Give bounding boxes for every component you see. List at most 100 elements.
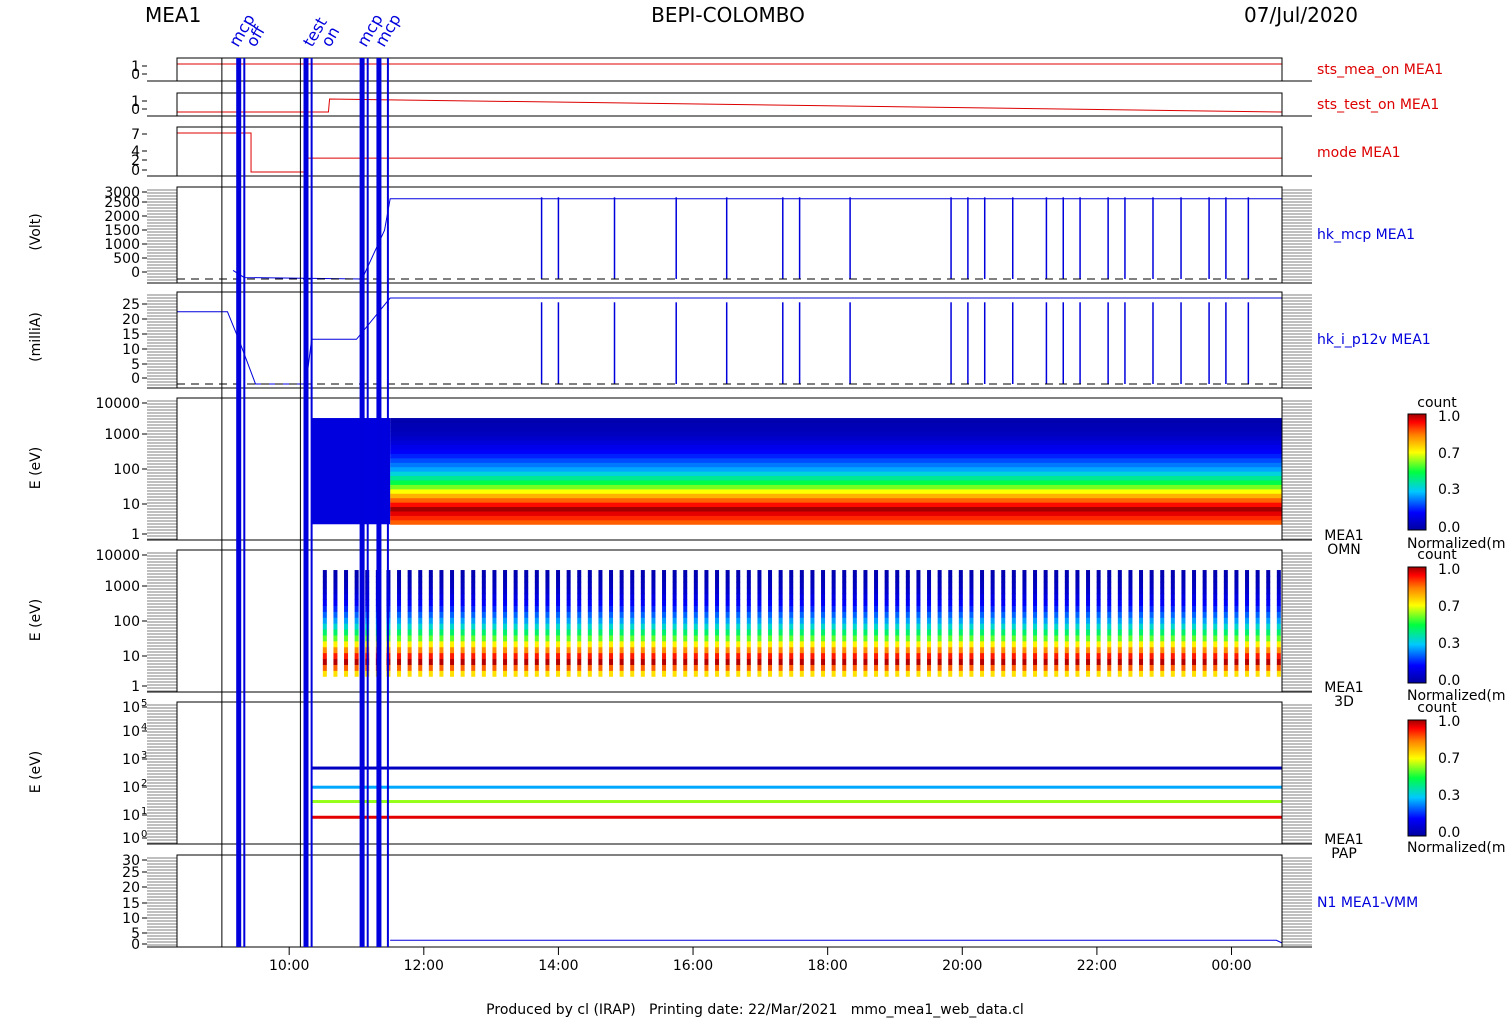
spectrogram-stripe	[1255, 581, 1260, 589]
spectrogram-stripe	[905, 593, 910, 601]
ylabel-pap: E (eV)	[28, 751, 44, 793]
spectrogram-stripe	[418, 629, 423, 636]
spectrogram-stripe	[524, 623, 529, 630]
spectrogram-stripe	[1255, 587, 1260, 595]
spectrogram-stripe	[503, 617, 508, 624]
spectrogram-stripe	[1139, 629, 1144, 636]
spectrogram-stripe	[619, 570, 624, 577]
spectrogram-stripe	[1001, 611, 1006, 618]
spectrogram-stripe	[407, 617, 412, 624]
spectrogram-stripe	[1043, 575, 1048, 583]
spectrogram-stripe	[821, 581, 826, 589]
panel-frame	[176, 701, 1283, 845]
colorbar-tick: 1.0	[1438, 562, 1460, 578]
spectrogram-stripe	[1192, 575, 1197, 583]
spectrogram-stripe	[1001, 599, 1006, 606]
spectrogram-stripe	[1255, 575, 1260, 583]
spectrogram-stripe	[852, 617, 857, 624]
y-tick-label: 0	[131, 937, 140, 953]
spectrogram-stripe	[672, 587, 677, 595]
spectrogram-stripe	[524, 670, 529, 677]
spectrogram-stripe	[354, 611, 359, 618]
spectrogram-stripe	[895, 658, 900, 665]
spectrogram-stripe	[1075, 629, 1080, 636]
spectrogram-stripe	[1245, 599, 1250, 606]
spectrogram-band	[390, 426, 1282, 432]
spectrogram-stripe	[969, 581, 974, 589]
spectrogram-stripe	[1223, 617, 1228, 624]
spectrogram-stripe	[821, 605, 826, 612]
spectrogram-stripe	[1160, 629, 1165, 636]
spectrogram-stripe	[1107, 593, 1112, 601]
spectrogram-stripe	[428, 646, 433, 654]
spectrogram-stripe	[503, 570, 508, 577]
spectrogram-stripe	[905, 652, 910, 660]
spectrogram-stripe	[439, 570, 444, 577]
spectrogram-stripe	[418, 646, 423, 654]
spectrogram-stripe	[895, 670, 900, 677]
spectrogram-stripe	[693, 670, 698, 677]
spectrogram-stripe	[980, 599, 985, 606]
spectrogram-stripe	[1086, 652, 1091, 660]
spectrogram-stripe	[863, 611, 868, 618]
y-tick-label: 100	[113, 614, 140, 630]
spectrogram-stripe	[1213, 640, 1218, 648]
spectrogram-stripe	[471, 658, 476, 665]
spectrogram-stripe	[736, 617, 741, 624]
spectrogram-stripe	[948, 640, 953, 648]
spectrogram-stripe	[407, 570, 412, 577]
spectrogram-stripe	[1276, 581, 1281, 589]
spectrogram-stripe	[503, 629, 508, 636]
spectrogram-stripe	[895, 617, 900, 624]
spectrogram-stripe	[1107, 670, 1112, 677]
spectrogram-stripe	[630, 599, 635, 606]
spectrogram-stripe	[1064, 664, 1069, 671]
spectrogram-stripe	[693, 623, 698, 630]
spectrogram-stripe	[958, 623, 963, 630]
spectrogram-stripe	[534, 646, 539, 654]
spectrogram-stripe	[609, 605, 614, 612]
spectrogram-stripe	[852, 664, 857, 671]
spectrogram-stripe	[450, 611, 455, 618]
spectrogram-stripe	[1086, 634, 1091, 642]
spectrogram-stripe	[874, 599, 879, 606]
spectrogram-stripe	[598, 646, 603, 654]
spectrogram-stripe	[354, 670, 359, 677]
spectrogram-stripe	[725, 575, 730, 583]
spectrogram-stripe	[439, 640, 444, 648]
spectrogram-stripe	[895, 587, 900, 595]
spectrogram-stripe	[693, 599, 698, 606]
spectrogram-stripe	[704, 640, 709, 648]
spectrogram-stripe	[471, 640, 476, 648]
spectrogram-stripe	[990, 617, 995, 624]
spectrogram-stripe	[322, 587, 327, 595]
spectrogram-stripe	[831, 640, 836, 648]
spectrogram-stripe	[322, 634, 327, 642]
spectrogram-stripe	[630, 587, 635, 595]
spectrogram-stripe	[439, 581, 444, 589]
spectrogram-stripe	[725, 670, 730, 677]
spectrogram-stripe	[1149, 623, 1154, 630]
spectrogram-stripe	[927, 611, 932, 618]
spectrogram-stripe	[534, 611, 539, 618]
spectrogram-stripe	[439, 670, 444, 677]
spectrogram-stripe	[842, 646, 847, 654]
spectrogram-stripe	[1086, 617, 1091, 624]
spectrogram-stripe	[354, 575, 359, 583]
spectrogram-stripe	[651, 634, 656, 642]
spectrogram-stripe	[799, 593, 804, 601]
spectrogram-stripe	[481, 623, 486, 630]
spectrogram-stripe	[577, 664, 582, 671]
spectrogram-stripe	[640, 640, 645, 648]
spectrogram-stripe	[1022, 581, 1027, 589]
label-vmm: N1 MEA1-VMM	[1317, 895, 1418, 911]
spectrogram-stripe	[778, 664, 783, 671]
spectrogram-band	[390, 462, 1282, 468]
spectrogram-stripe	[1234, 570, 1239, 577]
spectrogram-stripe	[937, 658, 942, 665]
spectrogram-stripe	[693, 634, 698, 642]
spectrogram-stripe	[852, 658, 857, 665]
spectrogram-stripe	[609, 646, 614, 654]
spectrogram-stripe	[450, 570, 455, 577]
spectrogram-stripe	[460, 629, 465, 636]
